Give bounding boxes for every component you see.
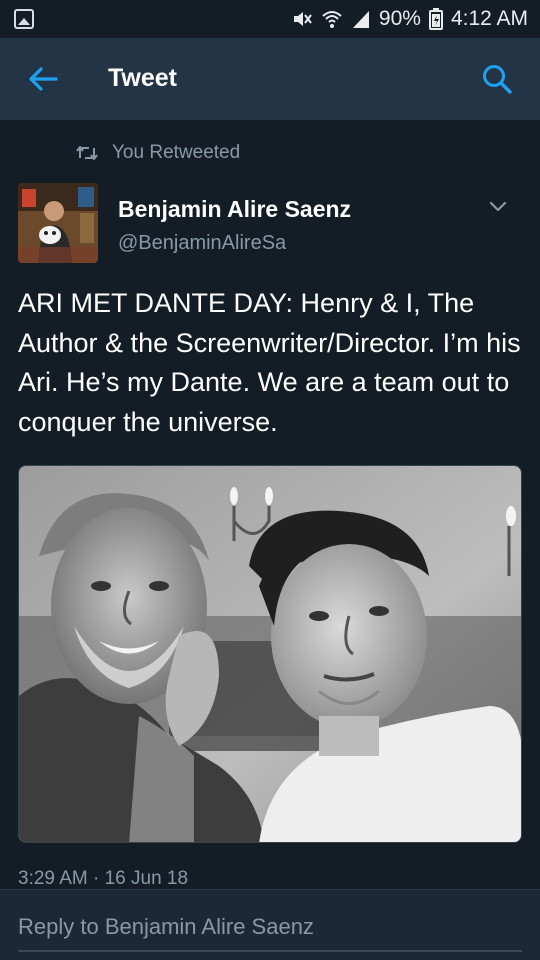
tweet-photo[interactable] xyxy=(18,465,522,843)
wifi-icon xyxy=(322,11,342,28)
status-time: 4:12 AM xyxy=(450,7,528,30)
retweet-label: You Retweeted xyxy=(112,142,241,163)
chevron-down-icon[interactable] xyxy=(488,196,508,216)
page-title: Tweet xyxy=(108,64,177,92)
reply-input[interactable]: Reply to Benjamin Alire Saenz xyxy=(18,914,314,940)
status-icons: 90% 4:12 AM xyxy=(291,6,528,32)
author-name[interactable]: Benjamin Alire Saenz xyxy=(118,196,351,223)
tweet-timestamp: 3:29 AM · 16 Jun 18 xyxy=(18,868,189,889)
tweet-text: ARI MET DANTE DAY: Henry & I, The Author… xyxy=(18,288,521,437)
back-arrow-icon[interactable] xyxy=(26,62,60,96)
mute-icon xyxy=(293,12,312,26)
reply-underline xyxy=(18,950,522,952)
battery-percent: 90% xyxy=(378,7,421,30)
signal-icon xyxy=(352,11,369,28)
app-bar: Tweet xyxy=(0,38,540,120)
status-bar: 90% 4:12 AM xyxy=(0,0,540,38)
author-handle[interactable]: @BenjaminAlireSa xyxy=(118,232,286,255)
retweet-icon xyxy=(76,146,98,160)
battery-icon xyxy=(428,8,443,30)
search-icon[interactable] xyxy=(480,62,514,96)
avatar[interactable] xyxy=(18,183,98,263)
reply-bar[interactable]: Reply to Benjamin Alire Saenz xyxy=(0,890,540,960)
gallery-icon xyxy=(14,9,34,29)
retweet-context: You Retweeted xyxy=(76,140,240,166)
